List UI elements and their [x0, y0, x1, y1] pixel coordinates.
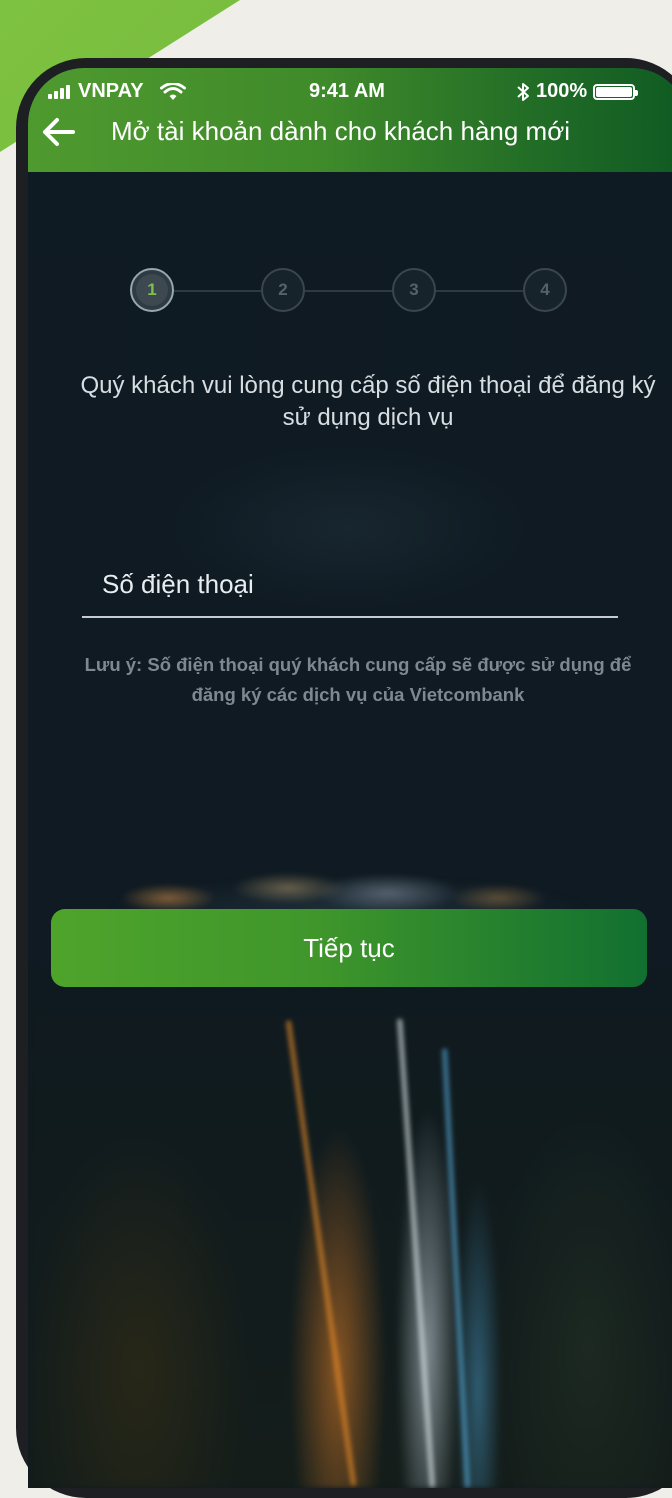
clock: 9:41 AM: [309, 80, 385, 102]
continue-button[interactable]: Tiếp tục: [51, 909, 647, 987]
progress-stepper: 1 2 3 4: [130, 268, 570, 312]
step-2: 2: [261, 268, 305, 312]
phone-field: [82, 558, 618, 618]
step-1: 1: [130, 268, 174, 312]
bluetooth-icon: [517, 82, 529, 101]
status-right-group: 100%: [516, 80, 639, 103]
step-connector: [305, 290, 392, 292]
carrier-name: VNPAY: [78, 80, 144, 102]
carrier-group: VNPAY: [48, 80, 186, 103]
step-1-number: 1: [136, 274, 168, 306]
phone-number-input[interactable]: [100, 558, 604, 610]
signal-icon: [48, 84, 70, 99]
highway-image: [28, 968, 672, 1488]
intro-text: Quý khách vui lòng cung cấp số điện thoạ…: [80, 372, 656, 431]
step-3: 3: [392, 268, 436, 312]
wifi-icon: [159, 82, 186, 100]
app-screen: VNPAY 9:41 AM 100% Mở tài khoản dành cho…: [28, 68, 672, 1488]
status-bar: VNPAY 9:41 AM 100%: [28, 80, 672, 108]
note-text: Lưu ý: Số điện thoại quý khách cung cấp …: [84, 654, 632, 705]
battery-percent: 100%: [536, 80, 588, 102]
step-connector: [174, 290, 261, 292]
nav-bar: Mở tài khoản dành cho khách hàng mới: [28, 114, 672, 154]
step-connector: [436, 290, 523, 292]
back-button[interactable]: [40, 114, 76, 150]
app-header: VNPAY 9:41 AM 100% Mở tài khoản dành cho…: [28, 68, 672, 172]
arrow-left-icon: [43, 118, 75, 146]
page-title: Mở tài khoản dành cho khách hàng mới: [111, 116, 571, 146]
battery-icon: [593, 83, 639, 100]
step-4: 4: [523, 268, 567, 312]
